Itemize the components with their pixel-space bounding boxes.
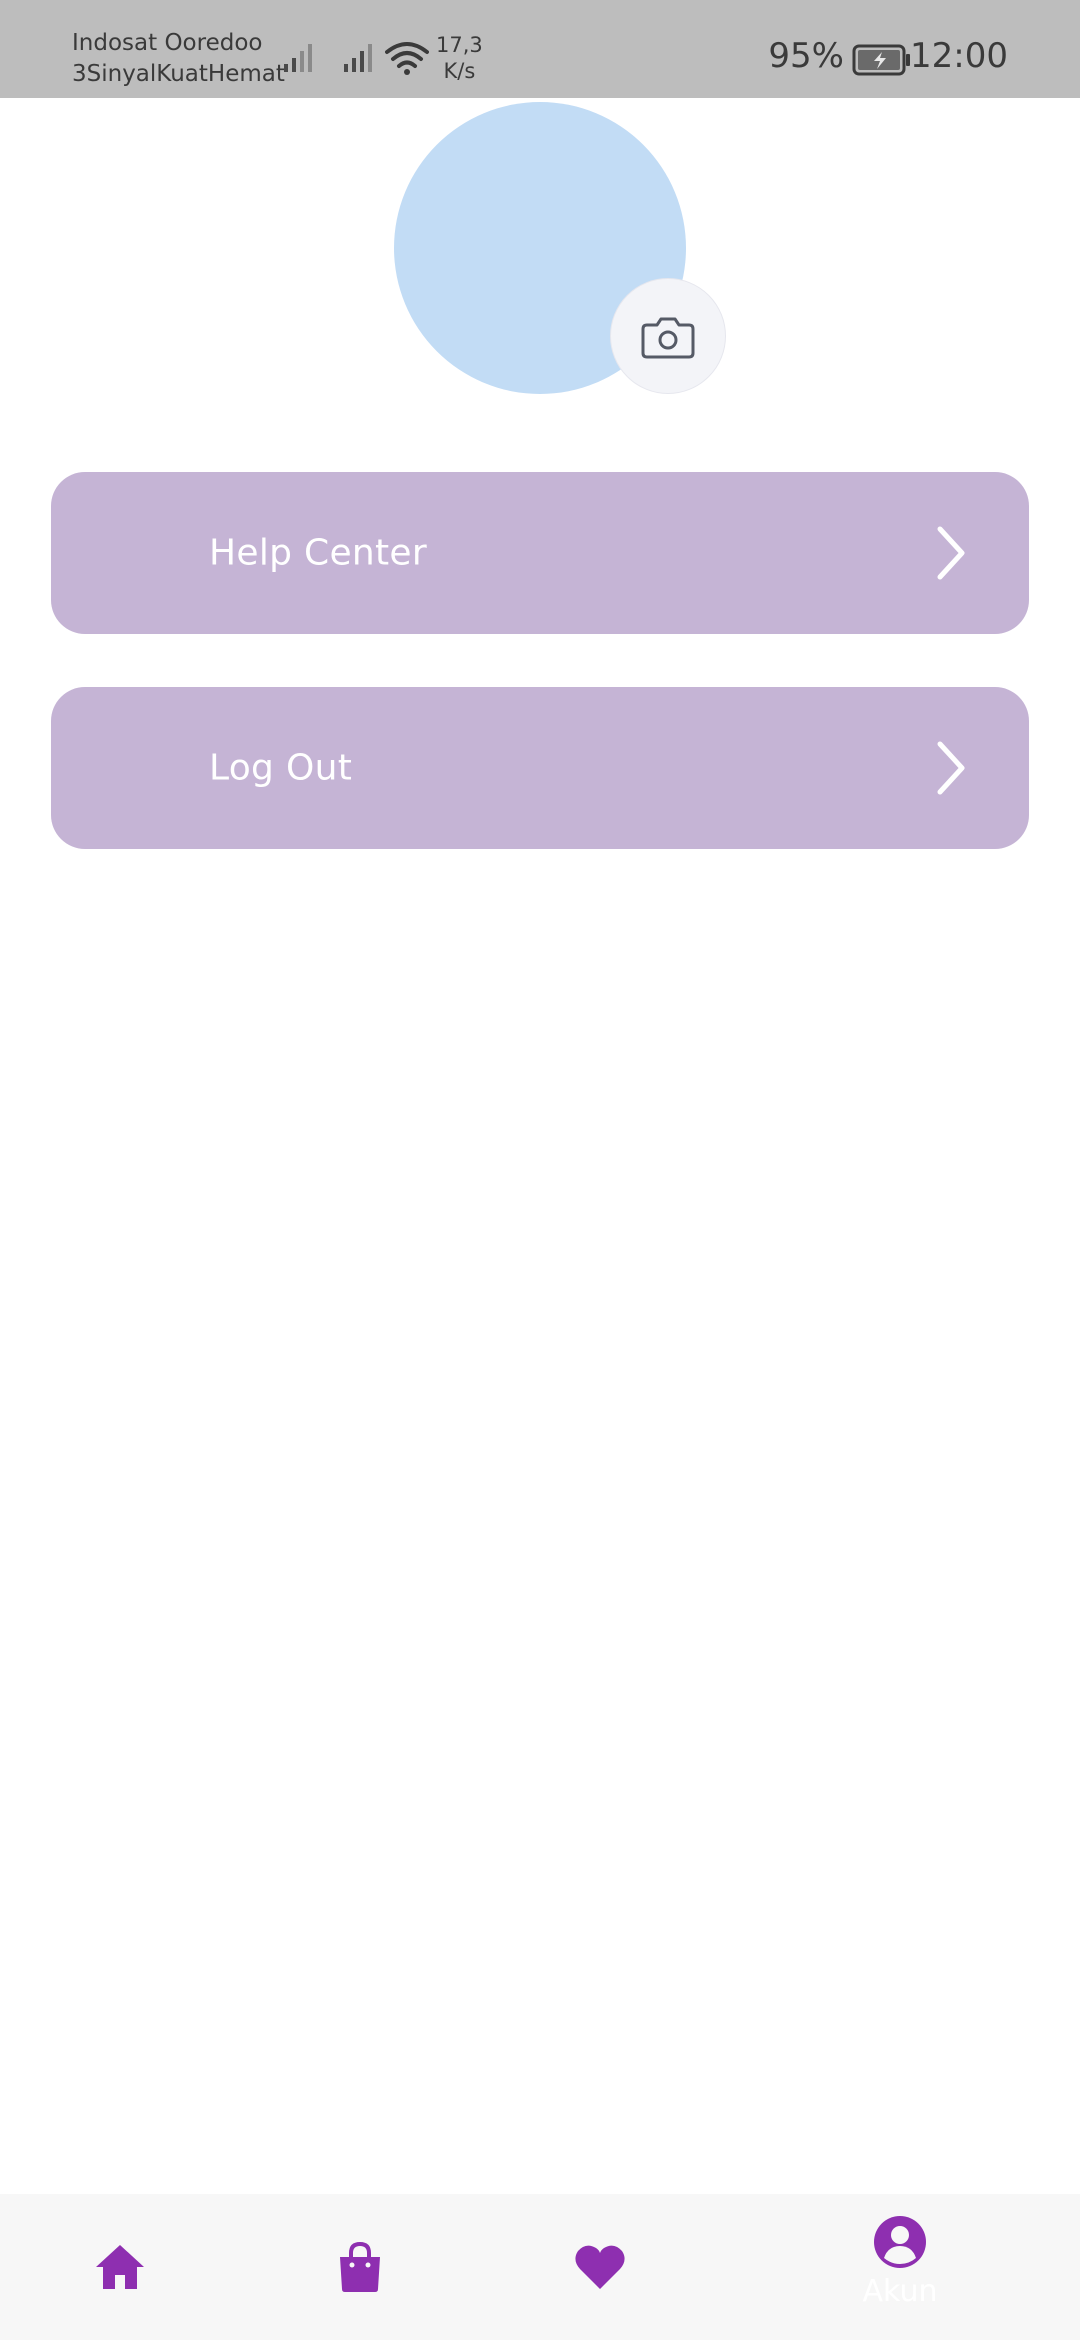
signal-strength-icon: [284, 44, 312, 72]
bottom-navigation: Akun: [0, 2194, 1080, 2340]
nav-shop[interactable]: [290, 2194, 430, 2340]
home-icon: [96, 2245, 144, 2289]
log-out-label: Log Out: [209, 747, 353, 789]
battery-charging-icon: [852, 44, 910, 76]
carrier-subname: 3SinyalKuatHemat: [72, 61, 285, 87]
nav-favorites[interactable]: [530, 2194, 670, 2340]
carrier-name: Indosat Ooredoo: [72, 30, 263, 56]
help-center-button[interactable]: Help Center: [51, 472, 1029, 634]
nav-home[interactable]: [50, 2194, 190, 2340]
chevron-right-icon: [937, 741, 965, 795]
signal-strength-icon: [344, 44, 372, 72]
change-photo-button[interactable]: [610, 278, 726, 394]
user-circle-icon: [874, 2215, 926, 2268]
nav-account[interactable]: Akun: [830, 2194, 970, 2340]
camera-icon: [641, 317, 695, 359]
battery-percentage: 95%: [768, 36, 844, 76]
heart-icon: [575, 2245, 625, 2289]
nav-account-label: Akun: [862, 2273, 938, 2309]
wifi-icon: [385, 42, 429, 75]
log-out-button[interactable]: Log Out: [51, 687, 1029, 849]
help-center-label: Help Center: [209, 532, 427, 574]
status-bar: Indosat Ooredoo 3SinyalKuatHemat 17,3 K/…: [0, 0, 1080, 98]
network-speed: 17,3 K/s: [436, 32, 483, 84]
network-speed-value: 17,3: [436, 33, 483, 57]
shopping-bag-icon: [340, 2241, 380, 2292]
network-speed-unit: K/s: [443, 59, 476, 83]
carrier-info: Indosat Ooredoo 3SinyalKuatHemat: [72, 28, 285, 90]
status-time: 12:00: [910, 36, 1008, 76]
chevron-right-icon: [937, 526, 965, 580]
